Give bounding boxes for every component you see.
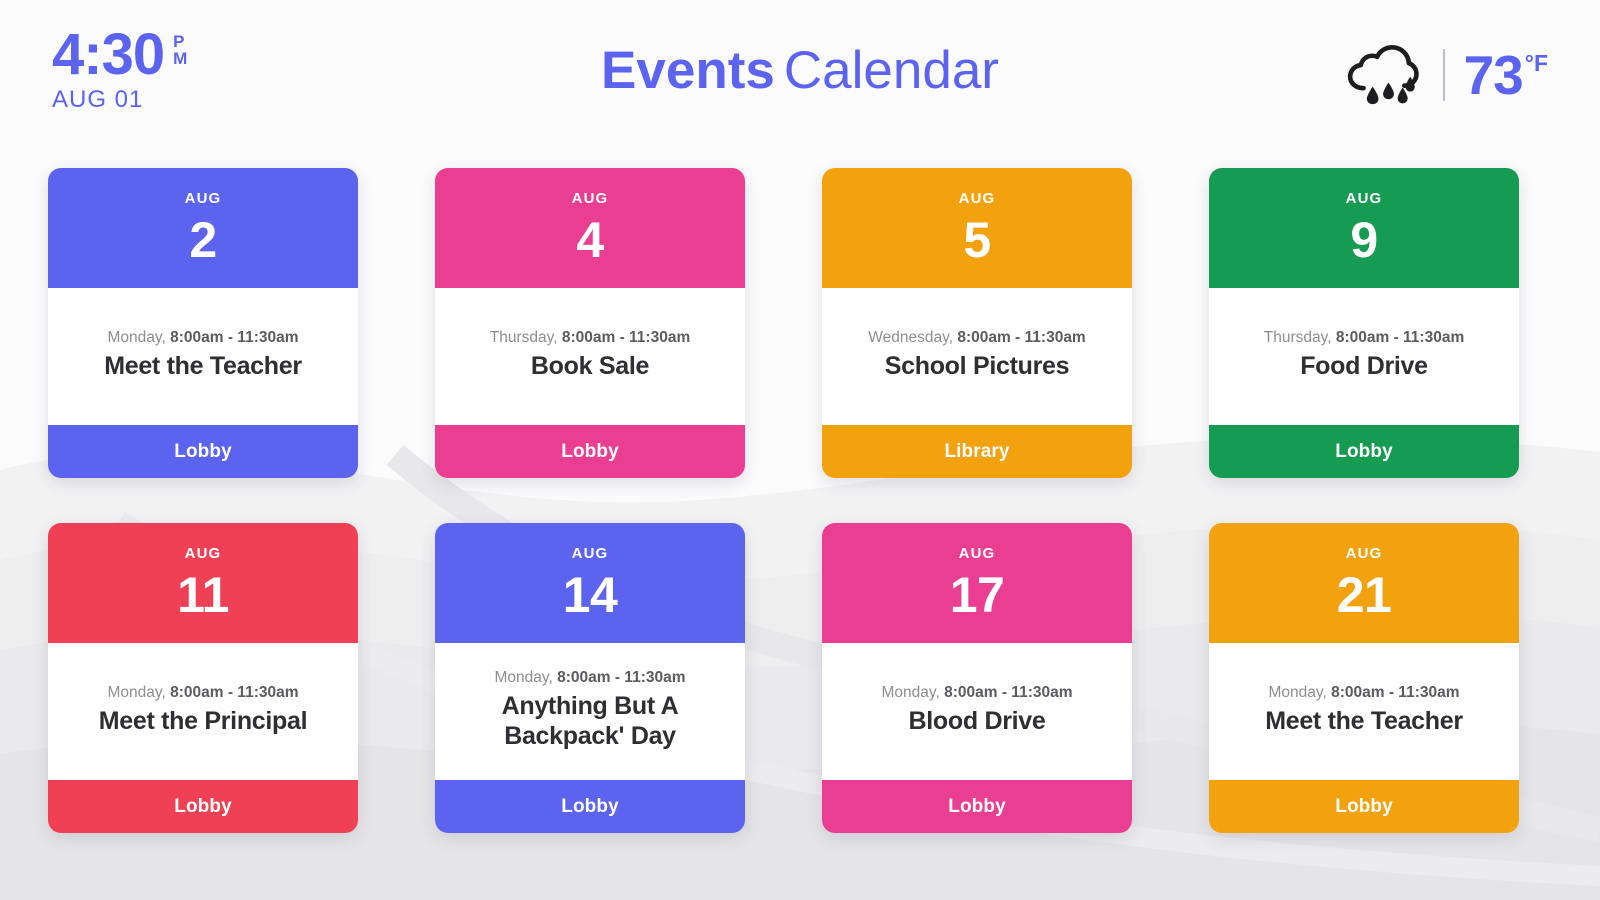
event-weekday: Monday, [107,328,171,346]
event-schedule: Monday, 8:00am - 11:30am [1269,683,1460,702]
event-weekday: Wednesday, [868,328,958,346]
event-month: AUG [1345,190,1383,207]
event-location: Lobby [1209,425,1519,478]
event-month: AUG [571,190,609,207]
event-card[interactable]: AUG 2 Monday, 8:00am - 11:30am Meet the Tea… [48,168,358,478]
event-card-date-header: AUG 9 [1209,168,1519,288]
event-day-number: 21 [1336,567,1392,623]
page-title-bold: Events [601,41,775,100]
event-time-range: 8:00am - 11:30am [561,328,691,346]
event-time-range: 8:00am - 11:30am [1331,683,1460,701]
event-title: Blood Drive [908,706,1046,735]
event-card-body: Monday, 8:00am - 11:30am Anything But A B… [435,643,745,780]
weather-widget: 73°F [1343,36,1548,114]
event-card-date-header: AUG 14 [435,523,745,643]
event-weekday: Monday, [1268,683,1332,701]
event-card-date-header: AUG 5 [822,168,1132,288]
event-card[interactable]: AUG 5 Wednesday, 8:00am - 11:30am School Pi… [822,168,1132,478]
event-title: Anything But A Backpack' Day [501,692,679,750]
event-weekday: Monday, [881,683,945,701]
event-card[interactable]: AUG 21 Monday, 8:00am - 11:30am Meet the Te… [1209,523,1519,833]
event-card-body: Wednesday, 8:00am - 11:30am School Pictur… [822,288,1132,425]
event-card-body: Monday, 8:00am - 11:30am Meet the Princip… [48,643,358,780]
event-time-range: 8:00am - 11:30am [170,683,299,701]
event-card-body: Monday, 8:00am - 11:30am Blood Drive [822,643,1132,780]
temperature-value: 73 [1463,43,1524,106]
event-day-number: 9 [1350,212,1378,268]
event-title: Meet the Teacher [104,351,302,380]
event-card-grid: AUG 2 Monday, 8:00am - 11:30am Meet the Tea… [48,168,1552,833]
event-day-number: 17 [949,567,1005,623]
page-header: 4:30 P M AUG 01 Events Calendar 73°F [0,0,1600,160]
event-card-body: Monday, 8:00am - 11:30am Meet the Teacher [48,288,358,425]
event-weekday: Thursday, [489,328,562,346]
event-card[interactable]: AUG 11 Monday, 8:00am - 11:30am Meet the Pr… [48,523,358,833]
event-day-number: 14 [562,567,618,623]
event-weekday: Monday, [107,683,171,701]
event-month: AUG [571,545,609,562]
event-schedule: Thursday, 8:00am - 11:30am [490,328,690,347]
event-time-range: 8:00am - 11:30am [957,328,1086,346]
event-day-number: 4 [576,212,604,268]
event-card-body: Thursday, 8:00am - 11:30am Food Drive [1209,288,1519,425]
event-card[interactable]: AUG 14 Monday, 8:00am - 11:30am Anything Bu… [435,523,745,833]
event-card-body: Monday, 8:00am - 11:30am Meet the Teacher [1209,643,1519,780]
event-card[interactable]: AUG 17 Monday, 8:00am - 11:30am Blood Drive… [822,523,1132,833]
temperature-unit: °F [1524,49,1548,76]
event-schedule: Monday, 8:00am - 11:30am [882,683,1073,702]
event-weekday: Monday, [494,668,558,686]
event-schedule: Monday, 8:00am - 11:30am [495,668,686,687]
event-time-range: 8:00am - 11:30am [1335,328,1465,346]
event-day-number: 5 [963,212,991,268]
event-location: Lobby [435,780,745,833]
event-card-date-header: AUG 2 [48,168,358,288]
event-month: AUG [184,545,222,562]
event-location: Library [822,425,1132,478]
event-location: Lobby [1209,780,1519,833]
event-time-range: 8:00am - 11:30am [170,328,299,346]
event-weekday: Thursday, [1263,328,1336,346]
event-location: Lobby [435,425,745,478]
event-card-date-header: AUG 4 [435,168,745,288]
event-card-date-header: AUG 17 [822,523,1132,643]
event-schedule: Monday, 8:00am - 11:30am [108,683,299,702]
event-schedule: Monday, 8:00am - 11:30am [108,328,299,347]
event-day-number: 11 [177,567,229,623]
page-title-light: Calendar [783,41,999,100]
event-month: AUG [1345,545,1383,562]
event-title: Food Drive [1300,351,1428,380]
event-time-range: 8:00am - 11:30am [557,668,686,686]
event-schedule: Thursday, 8:00am - 11:30am [1264,328,1464,347]
event-time-range: 8:00am - 11:30am [944,683,1073,701]
event-card-body: Thursday, 8:00am - 11:30am Book Sale [435,288,745,425]
event-title: Book Sale [530,351,650,380]
event-day-number: 2 [189,212,217,268]
event-location: Lobby [822,780,1132,833]
event-schedule: Wednesday, 8:00am - 11:30am [868,328,1085,347]
event-card-date-header: AUG 21 [1209,523,1519,643]
weather-reading: 73°F [1464,47,1548,103]
event-title: School Pictures [884,351,1070,380]
event-card[interactable]: AUG 4 Thursday, 8:00am - 11:30am Book Sale L… [435,168,745,478]
event-month: AUG [958,190,996,207]
event-location: Lobby [48,780,358,833]
event-title: Meet the Teacher [1265,706,1463,735]
event-month: AUG [958,545,996,562]
event-location: Lobby [48,425,358,478]
event-card-date-header: AUG 11 [48,523,358,643]
weather-divider [1442,49,1445,101]
event-title: Meet the Principal [98,706,308,735]
event-month: AUG [184,190,222,207]
event-card[interactable]: AUG 9 Thursday, 8:00am - 11:30am Food Drive… [1209,168,1519,478]
rain-cloud-icon [1347,45,1419,105]
